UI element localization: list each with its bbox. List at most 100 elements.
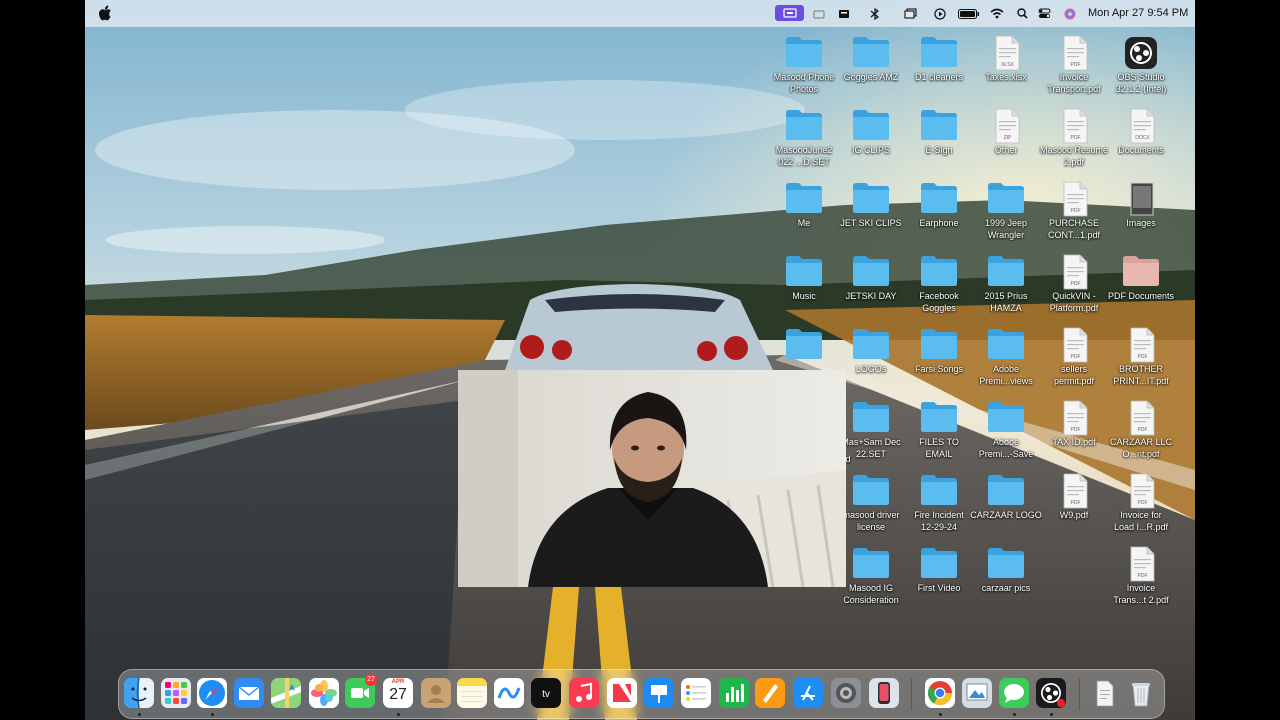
running-indicator	[397, 713, 400, 716]
desktop-folder-farsi-songs[interactable]: Farsi Songs	[903, 327, 975, 376]
desktop-file-purchase-cont[interactable]: PDF PURCHASE CONT...1.pdf	[1038, 181, 1110, 241]
desktop-folder-1999-jeep[interactable]: 1999 Jeep Wrangler	[970, 181, 1042, 241]
control-center-icon[interactable]	[1037, 6, 1051, 21]
search-icon[interactable]	[1016, 6, 1028, 21]
dock-news-icon[interactable]	[607, 678, 637, 708]
desktop-folder-adobe-premi-save[interactable]: Adobe Premi...-Save	[970, 400, 1042, 460]
dock-tv-icon[interactable]: tv	[531, 678, 561, 708]
svg-text:PDF: PDF	[1138, 354, 1148, 360]
dock-trash-icon[interactable]	[1126, 678, 1156, 708]
dock-maps-icon[interactable]	[271, 678, 301, 708]
dock-messages-icon[interactable]	[999, 678, 1029, 708]
screen-recorder-icon[interactable]	[775, 5, 804, 21]
desktop-file-carzaar-llc[interactable]: PDF CARZAAR LLC O...nt.pdf	[1105, 400, 1177, 460]
dock-documents-icon[interactable]	[1089, 678, 1119, 708]
siri-icon[interactable]	[1063, 6, 1077, 21]
desktop-file-sellers-permit[interactable]: PDF sellers permit.pdf	[1038, 327, 1110, 387]
desktop-item-label: Goggles AMZ	[843, 72, 899, 82]
folder-icon	[784, 327, 824, 363]
play-icon[interactable]	[933, 6, 947, 21]
desktop-folder-carzaar-pics[interactable]: carzaar pics	[970, 546, 1042, 595]
desktop-folder-files-to-email[interactable]: FILES TO EMAIL	[903, 400, 975, 460]
battery-icon[interactable]	[958, 6, 980, 21]
dock-keynote-icon[interactable]	[644, 678, 674, 708]
desktop-item-label: Adobe Premi...views	[979, 364, 1033, 386]
desktop-file-images[interactable]: Images	[1105, 181, 1177, 230]
desktop-item-label: FILES TO EMAIL	[919, 437, 959, 459]
dock-notes-icon[interactable]	[457, 678, 487, 708]
desktop-folder-masood-phone-photos[interactable]: Masood Phone Photos	[768, 35, 840, 95]
desktop-folder-me[interactable]: Me	[768, 181, 840, 230]
desktop-folder-d1-cleaners[interactable]: D1 cleaners	[903, 35, 975, 84]
desktop-file-invoice-trans-2[interactable]: PDF Invoice Trans...t 2.pdf	[1105, 546, 1177, 606]
desktop-item-label: Farsi Songs	[914, 364, 964, 374]
dock-safari-icon[interactable]	[197, 678, 227, 708]
svg-text:PDF: PDF	[1071, 208, 1081, 214]
dock-mail-icon[interactable]	[234, 678, 264, 708]
desktop-folder-goggles-amz[interactable]: Goggles AMZ	[835, 35, 907, 84]
dock-photos-icon[interactable]	[309, 678, 339, 708]
desktop-file-taxes[interactable]: XLSX Taxes.xlsx	[970, 35, 1042, 84]
dock-calendar-icon[interactable]: APR 27	[383, 678, 413, 708]
dock-obs-icon[interactable]	[1036, 678, 1066, 708]
desktop-file-tax-id[interactable]: PDF TAX ID.pdf	[1038, 400, 1110, 449]
desktop-folder-unnamed[interactable]	[768, 327, 840, 364]
desktop-folder-facebook-goggles[interactable]: Facebook Goggles	[903, 254, 975, 314]
dock-launchpad-icon[interactable]	[161, 678, 191, 708]
desktop-file-other[interactable]: ZIP Other	[970, 108, 1042, 157]
desktop-file-invoice-load[interactable]: PDF Invoice for Load I...R.pdf	[1105, 473, 1177, 533]
dock-chrome-icon[interactable]	[925, 678, 955, 708]
wifi-icon[interactable]	[990, 6, 1004, 21]
desktop-folder-logos[interactable]: LOGOs	[835, 327, 907, 376]
desktop-folder-first-video[interactable]: First Video	[903, 546, 975, 595]
desktop-file-w9[interactable]: PDF W9.pdf	[1038, 473, 1110, 522]
desktop-folder-fire-incident[interactable]: Fire Incident 12-29-24	[903, 473, 975, 533]
dock-system-settings-icon[interactable]	[831, 678, 861, 708]
desktop-item-label: Me	[797, 218, 811, 228]
desktop-file-documents[interactable]: DOCX Documents	[1105, 108, 1177, 157]
desktop-folder-masoodjune[interactable]: MasoodJune2 022 ...D.SET	[768, 108, 840, 168]
desktop-folder-jet-ski-clips[interactable]: JET SKI CLIPS	[835, 181, 907, 230]
desktop-folder-pdf-documents[interactable]: PDF Documents	[1105, 254, 1177, 303]
svg-text:DOCX: DOCX	[1135, 135, 1150, 141]
desktop-file-brother-print[interactable]: PDF BROTHER PRINT...IT.pdf	[1105, 327, 1177, 387]
desktop-app-obs[interactable]: OBS Studio 32.1.2 (Intel)	[1105, 35, 1177, 95]
desktop-folder-2015-prius[interactable]: 2015 Prius HAMZA	[970, 254, 1042, 314]
dock-app-store-icon[interactable]	[793, 678, 823, 708]
folder-icon	[919, 473, 959, 509]
menu-bar-clock[interactable]: Mon Apr 27 9:54 PM	[1088, 7, 1188, 19]
dock-freeform-icon[interactable]	[494, 678, 524, 708]
dock-reminders-icon[interactable]	[681, 678, 711, 708]
folder-icon	[851, 400, 891, 436]
desktop-item-label: Images	[1126, 218, 1156, 228]
pdf-file-icon: PDF	[1054, 327, 1094, 363]
desktop-file-masood-resume[interactable]: PDF Masood Resume 2.pdf	[1038, 108, 1110, 168]
desktop-folder-carzaar-logo[interactable]: CARZAAR LOGO	[970, 473, 1042, 522]
image-file-icon	[1121, 181, 1161, 217]
desktop-file-quickvin[interactable]: PDF QuickVIN - Platform.pdf	[1038, 254, 1110, 314]
desktop-folder-ig-clips[interactable]: IG CLIPS	[835, 108, 907, 157]
desktop-item-label: Facebook Goggles	[919, 291, 959, 313]
dock-iphone-mirroring-icon[interactable]	[869, 678, 899, 708]
desktop-folder-e-sign[interactable]: E-Sign	[903, 108, 975, 157]
desktop-folder-earphone[interactable]: Earphone	[903, 181, 975, 230]
dock: 27 APR 27 tv	[118, 669, 1165, 719]
desktop-folder-music[interactable]: Music	[768, 254, 840, 303]
desktop-folder-jetski-day[interactable]: JETSKI DAY	[835, 254, 907, 303]
dock-music-icon[interactable]	[569, 678, 599, 708]
dock-numbers-icon[interactable]	[719, 678, 749, 708]
dock-pages-icon[interactable]	[755, 678, 785, 708]
desktop-file-invoice-transport[interactable]: PDF Invoice Transport.pdf	[1038, 35, 1110, 95]
folder-icon	[851, 473, 891, 509]
apple-menu-icon[interactable]	[98, 5, 112, 21]
bluetooth-icon[interactable]	[868, 6, 882, 21]
window-icon[interactable]	[903, 6, 917, 21]
desktop-folder-adobe-premi-views[interactable]: Adobe Premi...views	[970, 327, 1042, 387]
desktop-item-label: Invoice for Load I...R.pdf	[1113, 510, 1169, 532]
webcam-overlay	[458, 370, 846, 587]
dock-preview-icon[interactable]	[962, 678, 992, 708]
dock-contacts-icon[interactable]	[421, 678, 451, 708]
dock-finder-icon[interactable]	[124, 678, 154, 708]
camera-icon[interactable]	[837, 6, 851, 21]
camera-off-icon[interactable]	[812, 6, 826, 21]
